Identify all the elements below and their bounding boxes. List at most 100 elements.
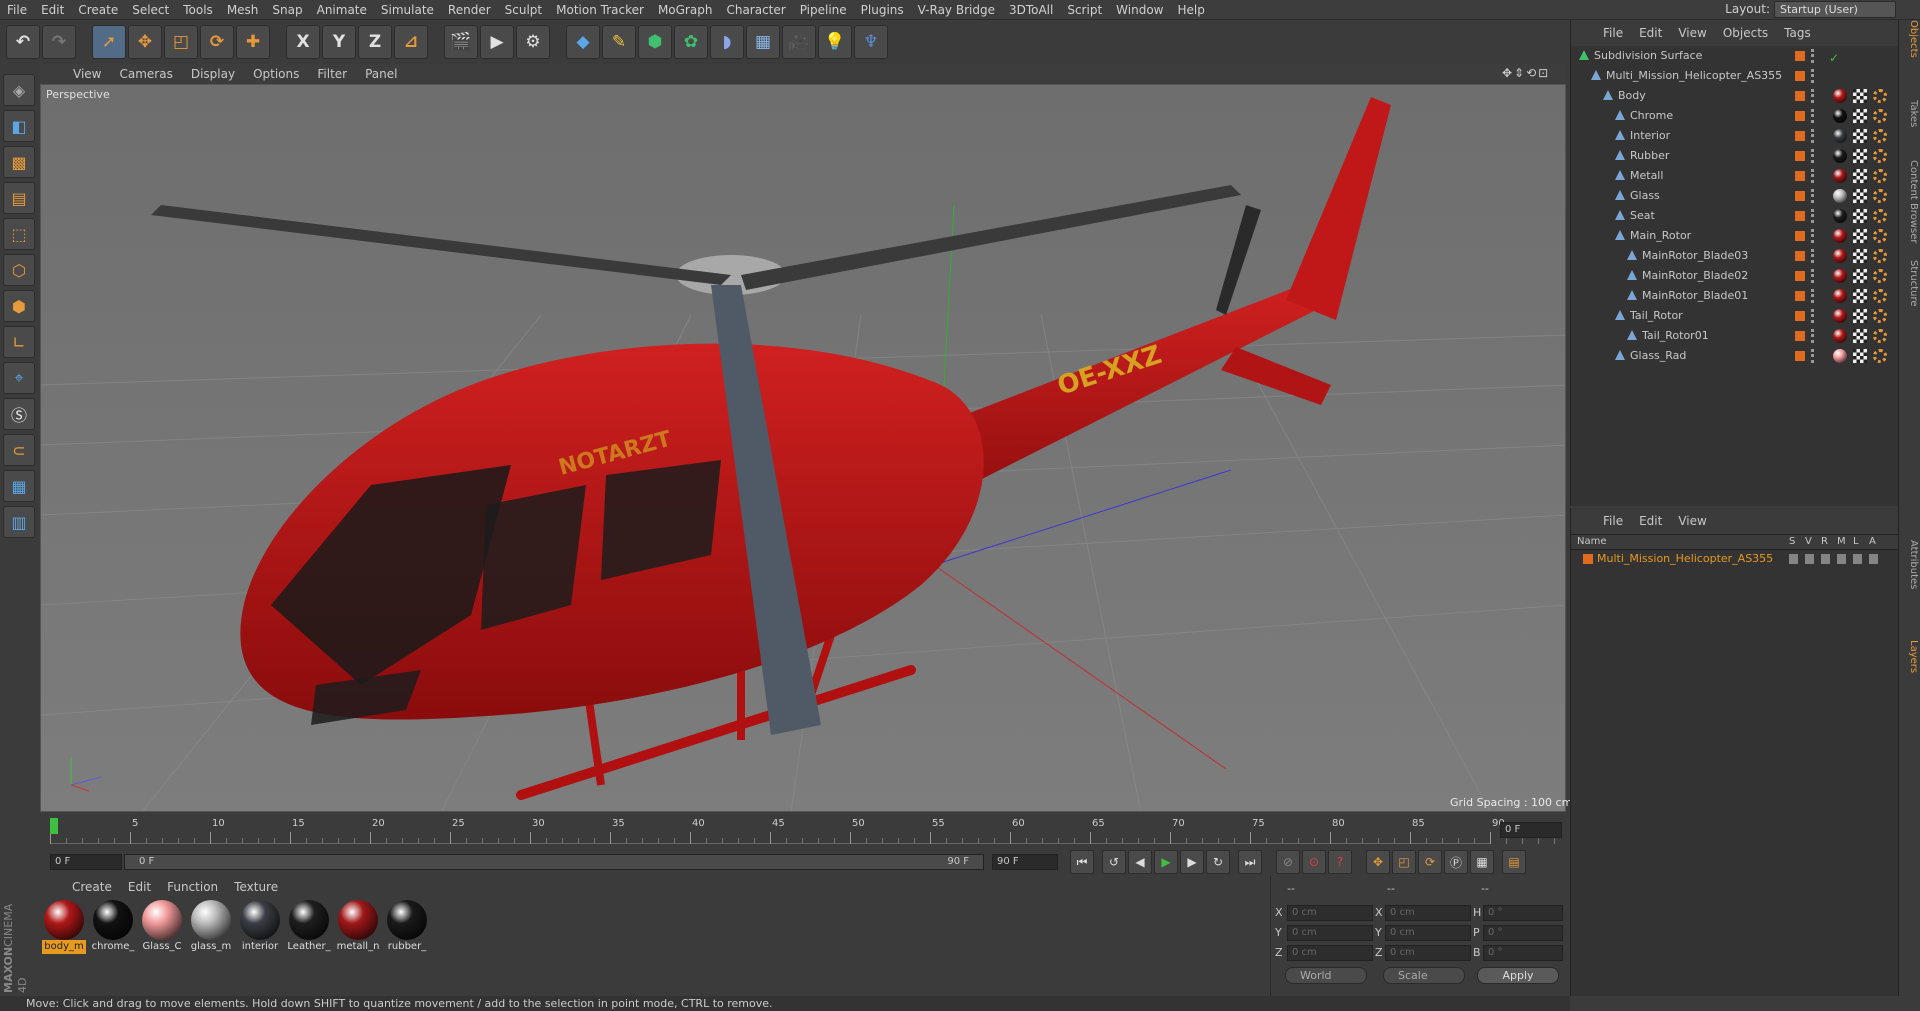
side-tab-structure[interactable]: Structure — [1901, 260, 1919, 307]
menu-motion-tracker[interactable]: Motion Tracker — [549, 3, 651, 17]
layer-color-swatch[interactable] — [1795, 91, 1805, 101]
phong-tag-icon[interactable] — [1873, 109, 1887, 123]
material-item[interactable]: rubber_ — [385, 900, 429, 954]
object-row[interactable]: Main_Rotor — [1571, 226, 1899, 246]
layer-color-swatch[interactable] — [1795, 111, 1805, 121]
layer-color-swatch[interactable] — [1795, 191, 1805, 201]
menu-window[interactable]: Window — [1109, 3, 1170, 17]
position-y-field[interactable]: 0 cm — [1287, 925, 1373, 941]
menu-animate[interactable]: Animate — [310, 3, 374, 17]
menu-script[interactable]: Script — [1060, 3, 1109, 17]
uvw-tag-icon[interactable] — [1853, 189, 1867, 203]
material-item[interactable]: interior — [238, 900, 282, 954]
menu-sculpt[interactable]: Sculpt — [498, 3, 549, 17]
phong-tag-icon[interactable] — [1873, 229, 1887, 243]
lock-workplane-icon[interactable]: ▦ — [3, 470, 35, 502]
rotate-icon[interactable]: ⟳ — [200, 25, 234, 59]
visibility-dots-icon[interactable] — [1811, 109, 1815, 123]
key-pla-icon[interactable]: ▦ — [1470, 850, 1494, 874]
object-menu-objects[interactable]: Objects — [1715, 26, 1776, 40]
add-icon[interactable]: ✚ — [236, 25, 270, 59]
uvw-tag-icon[interactable] — [1853, 349, 1867, 363]
key-rotation-icon[interactable]: ⟳ — [1418, 850, 1442, 874]
uvw-tag-icon[interactable] — [1853, 309, 1867, 323]
end-frame-field[interactable]: 90 F — [992, 854, 1058, 870]
menu-simulate[interactable]: Simulate — [374, 3, 441, 17]
move-icon[interactable]: ✥ — [128, 25, 162, 59]
scale-icon[interactable]: ◰ — [164, 25, 198, 59]
next-frame-icon[interactable]: ▶ — [1180, 850, 1204, 874]
goto-start-icon[interactable]: ⏮ — [1070, 850, 1094, 874]
layer-menu-file[interactable]: File — [1595, 514, 1631, 528]
side-tab-attributes[interactable]: Attributes — [1901, 540, 1919, 589]
camera-icon[interactable]: 🎥 — [782, 25, 816, 59]
uvw-tag-icon[interactable] — [1853, 89, 1867, 103]
phong-tag-icon[interactable] — [1873, 89, 1887, 103]
current-frame-field[interactable]: 0 F — [1500, 822, 1562, 838]
rotation-b-field[interactable]: 0 ° — [1483, 945, 1563, 961]
material-tag-icon[interactable] — [1833, 89, 1847, 103]
key-param-icon[interactable]: Ⓟ — [1444, 850, 1468, 874]
menu-v-ray-bridge[interactable]: V-Ray Bridge — [911, 3, 1002, 17]
object-row[interactable]: MainRotor_Blade02 — [1571, 266, 1899, 286]
viewport-menu-panel[interactable]: Panel — [356, 67, 406, 81]
uvw-tag-icon[interactable] — [1853, 109, 1867, 123]
visibility-dots-icon[interactable] — [1811, 269, 1815, 283]
prev-frame-icon[interactable]: ◀ — [1128, 850, 1152, 874]
viewport-3d[interactable]: OE-XXZ NOTARZT — [40, 84, 1566, 812]
material-menu-create[interactable]: Create — [64, 880, 120, 894]
model-mode-icon[interactable]: ◧ — [3, 110, 35, 142]
axis-z-icon[interactable]: Z — [358, 25, 392, 59]
phong-tag-icon[interactable] — [1873, 309, 1887, 323]
phong-tag-icon[interactable] — [1873, 329, 1887, 343]
undo-icon[interactable]: ↶ — [6, 25, 40, 59]
uvw-tag-icon[interactable] — [1853, 229, 1867, 243]
material-item[interactable]: metall_n — [336, 900, 380, 954]
material-tag-icon[interactable] — [1833, 289, 1847, 303]
layer-color-swatch[interactable] — [1795, 71, 1805, 81]
layer-color-swatch[interactable] — [1795, 311, 1805, 321]
visibility-dots-icon[interactable] — [1811, 69, 1815, 83]
timeline-playhead[interactable] — [50, 818, 58, 834]
goto-end-icon[interactable]: ⏭ — [1238, 850, 1262, 874]
material-tag-icon[interactable] — [1833, 209, 1847, 223]
object-menu-edit[interactable]: Edit — [1631, 26, 1670, 40]
make-editable-icon[interactable]: ◈ — [3, 74, 35, 106]
phong-tag-icon[interactable] — [1873, 289, 1887, 303]
side-tab-takes[interactable]: Takes — [1901, 100, 1919, 127]
phong-tag-icon[interactable] — [1873, 249, 1887, 263]
viewport-menu-view[interactable]: View — [64, 67, 110, 81]
menu-edit[interactable]: Edit — [34, 3, 71, 17]
object-row[interactable]: Body — [1571, 86, 1899, 106]
layer-color-swatch[interactable] — [1795, 51, 1805, 61]
visibility-dots-icon[interactable] — [1811, 309, 1815, 323]
visibility-dots-icon[interactable] — [1811, 129, 1815, 143]
layer-toggle-icons[interactable] — [1789, 554, 1885, 564]
apply-button[interactable]: Apply — [1477, 967, 1559, 984]
position-x-field[interactable]: 0 cm — [1287, 905, 1373, 921]
deformer-icon[interactable]: ◗ — [710, 25, 744, 59]
coord-transform-select[interactable]: Scale — [1383, 967, 1465, 984]
menu-file[interactable]: File — [0, 3, 34, 17]
timeline[interactable]: 051015202530354045505560657075808590 0 F — [40, 814, 1566, 848]
phong-tag-icon[interactable] — [1873, 269, 1887, 283]
visibility-dots-icon[interactable] — [1811, 49, 1815, 63]
menu-plugins[interactable]: Plugins — [854, 3, 911, 17]
layer-color-swatch[interactable] — [1795, 211, 1805, 221]
object-row[interactable]: Glass_Rad — [1571, 346, 1899, 366]
viewport-menu-display[interactable]: Display — [182, 67, 244, 81]
record-keys-icon[interactable]: ⊘ — [1276, 850, 1300, 874]
key-position-icon[interactable]: ✥ — [1366, 850, 1390, 874]
visibility-dots-icon[interactable] — [1811, 229, 1815, 243]
phong-tag-icon[interactable] — [1873, 129, 1887, 143]
layer-color-swatch[interactable] — [1795, 151, 1805, 161]
snap-icon[interactable]: Ⓢ — [3, 398, 35, 430]
planar-workplane-icon[interactable]: ▥ — [3, 506, 35, 538]
material-item[interactable]: Glass_C — [140, 900, 184, 954]
uvw-tag-icon[interactable] — [1853, 169, 1867, 183]
material-menu-function[interactable]: Function — [159, 880, 226, 894]
layer-color-swatch[interactable] — [1795, 131, 1805, 141]
material-tag-icon[interactable] — [1833, 189, 1847, 203]
phong-tag-icon[interactable] — [1873, 209, 1887, 223]
phong-tag-icon[interactable] — [1873, 349, 1887, 363]
